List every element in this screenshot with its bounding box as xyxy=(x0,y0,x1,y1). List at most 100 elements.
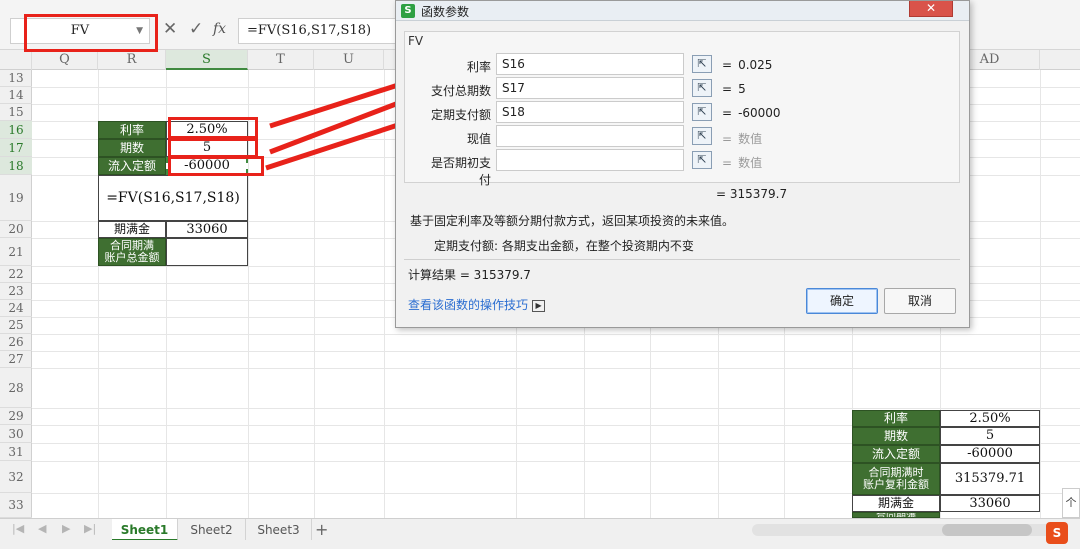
column-header-t[interactable]: T xyxy=(248,50,314,70)
prev-sheet-icon[interactable]: ◀ xyxy=(38,522,46,535)
right-rate-value-cell[interactable]: 2.50% xyxy=(940,410,1040,427)
horizontal-scrollbar[interactable] xyxy=(752,524,1062,536)
row-header-19[interactable]: 19 xyxy=(0,175,32,221)
collapse-ref-icon[interactable]: ⇱ xyxy=(692,103,712,121)
grid-line xyxy=(32,334,1080,335)
help-link[interactable]: 查看该函数的操作技巧 ▶ xyxy=(408,296,546,313)
arg-rate-input[interactable]: S16 xyxy=(496,53,684,75)
collapse-ref-icon[interactable]: ⇱ xyxy=(692,79,712,97)
right-fv-value-cell[interactable]: 315379.71 xyxy=(940,463,1040,495)
sheet-tab-bar: |◀ ◀ ▶ ▶| Sheet1 Sheet2 Sheet3 + xyxy=(0,518,1080,541)
arg-pmt-result-value: -60000 xyxy=(738,106,781,120)
function-description: 基于固定利率及等额分期付款方式，返回某项投资的未来值。 xyxy=(410,214,735,228)
collapse-ref-icon[interactable]: ⇱ xyxy=(692,55,712,73)
status-bar xyxy=(0,540,1080,549)
right-fv-label-cell[interactable]: 合同期满时 账户复利金额 xyxy=(852,463,940,495)
scroll-up-icon[interactable]: 个 xyxy=(1062,488,1080,518)
highlight-name-box xyxy=(24,14,158,52)
cancel-icon[interactable]: ✕ xyxy=(163,19,177,39)
collapse-ref-icon[interactable]: ⇱ xyxy=(692,127,712,145)
equals-sign: = xyxy=(722,58,733,72)
tab-sheet1[interactable]: Sheet1 xyxy=(112,519,178,541)
right-maturity-value-cell[interactable]: 33060 xyxy=(940,495,1040,512)
grid-line xyxy=(384,70,385,518)
grid-line xyxy=(32,368,1080,369)
app-icon: S xyxy=(401,4,415,18)
highlight-rate-box xyxy=(168,117,258,139)
arg-type-input[interactable] xyxy=(496,149,684,171)
right-periods-value-cell[interactable]: 5 xyxy=(940,427,1040,445)
total-label-cell[interactable]: 合同期满 账户总金额 xyxy=(98,238,166,266)
row-header-30[interactable]: 30 xyxy=(0,425,32,443)
row-header-28[interactable]: 28 xyxy=(0,368,32,408)
add-sheet-icon[interactable]: + xyxy=(315,520,328,539)
row-header-32[interactable]: 32 xyxy=(0,461,32,493)
formula-cell[interactable]: =FV(S16,S17,S18) xyxy=(98,175,248,221)
row-header-14[interactable]: 14 xyxy=(0,87,32,104)
help-link-label[interactable]: 查看该函数的操作技巧 xyxy=(408,298,528,312)
equals-sign: = xyxy=(722,106,733,120)
total-value-cell[interactable] xyxy=(166,238,248,266)
arg-nper-label: 支付总期数 xyxy=(430,84,491,98)
function-arguments-dialog: S 函数参数 ✕ FV 利率 S16 ⇱ = 0.025 支付总期数 S17 ⇱ … xyxy=(395,0,970,328)
arg-nper-input[interactable]: S17 xyxy=(496,77,684,99)
row-header-27[interactable]: 27 xyxy=(0,351,32,368)
arg-pmt-input[interactable]: S18 xyxy=(496,101,684,123)
row-header-23[interactable]: 23 xyxy=(0,283,32,300)
ime-icon[interactable]: S xyxy=(1046,522,1068,544)
right-payment-value-cell[interactable]: -60000 xyxy=(940,445,1040,463)
tab-sheet2[interactable]: Sheet2 xyxy=(178,519,246,541)
row-header-20[interactable]: 20 xyxy=(0,221,32,238)
row-header-21[interactable]: 21 xyxy=(0,238,32,266)
ok-button[interactable]: 确定 xyxy=(806,288,878,314)
arg-rate-result: = 0.025 xyxy=(722,58,772,72)
confirm-icon[interactable]: ✓ xyxy=(189,19,203,39)
arg-pv-result: = 数值 xyxy=(722,130,762,147)
video-icon[interactable]: ▶ xyxy=(532,299,546,312)
close-icon[interactable]: ✕ xyxy=(909,1,953,17)
cancel-button[interactable]: 取消 xyxy=(884,288,956,314)
arg-type-result: = 数值 xyxy=(722,154,762,171)
row-header-24[interactable]: 24 xyxy=(0,300,32,317)
row-header-13[interactable]: 13 xyxy=(0,70,32,87)
right-rate-label-cell[interactable]: 利率 xyxy=(852,410,940,427)
first-sheet-icon[interactable]: |◀ xyxy=(12,522,24,535)
row-header-26[interactable]: 26 xyxy=(0,334,32,351)
column-header-u[interactable]: U xyxy=(314,50,384,70)
equals-sign: = xyxy=(722,82,733,96)
row-header-15[interactable]: 15 xyxy=(0,104,32,121)
periods-label-cell[interactable]: 期数 xyxy=(98,139,166,157)
row-header-17[interactable]: 17 xyxy=(0,139,32,157)
scrollbar-thumb[interactable] xyxy=(942,524,1032,536)
equals-sign: = xyxy=(722,156,733,170)
row-header-25[interactable]: 25 xyxy=(0,317,32,334)
formula-input[interactable]: =FV(S16,S17,S18) xyxy=(238,18,398,44)
column-header-r[interactable]: R xyxy=(98,50,166,70)
row-header-31[interactable]: 31 xyxy=(0,443,32,461)
tab-sheet3[interactable]: Sheet3 xyxy=(246,519,312,541)
row-header: 13 14 15 16 17 18 19 20 21 22 23 24 25 2… xyxy=(0,70,32,518)
maturity-value-cell[interactable]: 33060 xyxy=(166,221,248,238)
dialog-titlebar[interactable]: S 函数参数 ✕ xyxy=(396,1,969,21)
right-periods-label-cell[interactable]: 期数 xyxy=(852,427,940,445)
divider xyxy=(404,259,960,260)
collapse-ref-icon[interactable]: ⇱ xyxy=(692,151,712,169)
fx-icon[interactable]: fx xyxy=(213,21,226,37)
row-header-33[interactable]: 33 xyxy=(0,493,32,518)
column-header-s[interactable]: S xyxy=(166,50,248,70)
payment-label-cell[interactable]: 流入定额 xyxy=(98,157,166,175)
column-header-q[interactable]: Q xyxy=(32,50,98,70)
next-sheet-icon[interactable]: ▶ xyxy=(62,522,70,535)
arg-pv-input[interactable] xyxy=(496,125,684,147)
right-maturity-label-cell[interactable]: 期满金 xyxy=(852,495,940,512)
row-header-16[interactable]: 16 xyxy=(0,121,32,139)
right-payment-label-cell[interactable]: 流入定额 xyxy=(852,445,940,463)
maturity-label-cell[interactable]: 期满金 xyxy=(98,221,166,238)
last-sheet-icon[interactable]: ▶| xyxy=(84,522,96,535)
row-header-22[interactable]: 22 xyxy=(0,266,32,283)
select-all-corner[interactable] xyxy=(0,50,32,70)
row-header-29[interactable]: 29 xyxy=(0,408,32,425)
arg-type-result-value: 数值 xyxy=(738,156,763,170)
rate-label-cell[interactable]: 利率 xyxy=(98,121,166,139)
row-header-18[interactable]: 18 xyxy=(0,157,32,175)
